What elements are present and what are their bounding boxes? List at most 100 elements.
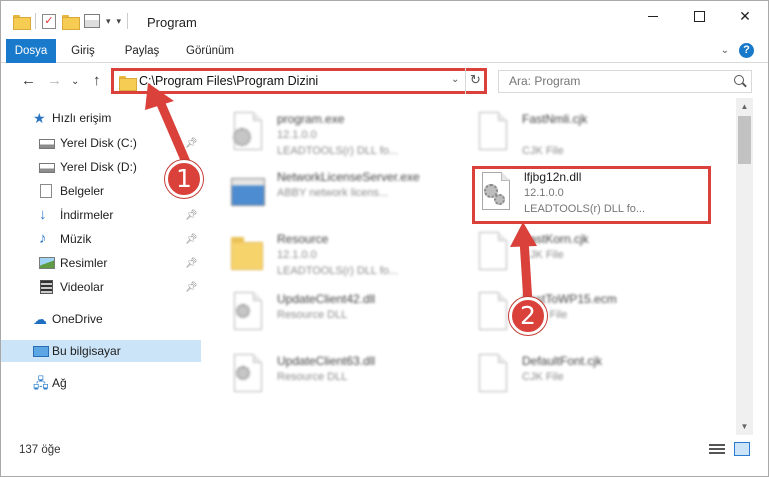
folder-icon — [13, 14, 31, 30]
file-icon — [476, 112, 510, 152]
pin-icon[interactable]: 📌︎ — [185, 282, 198, 293]
sidebar-item-pictures[interactable]: Resimler 📌︎ — [1, 252, 201, 274]
sidebar-item-label: Yerel Disk (D:) — [60, 160, 137, 174]
search-box[interactable] — [498, 70, 752, 93]
file-icon — [476, 292, 510, 332]
file-name: UpdateClient63.dll — [277, 354, 376, 368]
file-description: CJK File — [522, 145, 564, 157]
sidebar-item-onedrive[interactable]: ☁ OneDrive — [1, 308, 201, 330]
document-icon — [40, 184, 52, 198]
file-version: CJK File — [522, 371, 564, 383]
file-name: UpdateClient42.dll — [277, 292, 376, 306]
minimize-button[interactable] — [630, 1, 676, 31]
toolbar-divider — [35, 13, 36, 29]
scroll-up-icon[interactable]: ▲ — [736, 98, 753, 115]
status-bar: 137 öğe — [1, 438, 768, 460]
file-icon — [476, 232, 510, 272]
sidebar-item-quick-access[interactable]: ★ Hızlı erişim — [1, 107, 201, 129]
address-path[interactable]: C:\Program Files\Program Dizini — [139, 74, 318, 88]
scroll-down-icon[interactable]: ▼ — [736, 418, 753, 435]
file-name: program.exe — [277, 112, 345, 126]
file-name: FastNmli.cjk — [522, 112, 588, 126]
download-icon: ↓ — [39, 206, 47, 223]
tab-paylas[interactable]: Paylaş — [118, 39, 166, 63]
recent-locations-icon[interactable]: ⌄ — [71, 76, 79, 87]
quick-access-toolbar: ✓ ▾ ▾ — [13, 13, 129, 30]
customize-toolbar-icon[interactable]: ▾ — [117, 16, 122, 27]
item-count: 137 öğe — [19, 444, 61, 456]
list-item[interactable]: UpdateClient42.dll Resource DLL — [231, 288, 471, 348]
ribbon-right-controls: ⌄ ? — [721, 43, 754, 58]
sidebar-item-music[interactable]: ♪ Müzik 📌︎ — [1, 228, 201, 250]
details-view-icon[interactable] — [709, 444, 725, 456]
close-button[interactable]: ✕ — [722, 1, 768, 31]
list-item[interactable]: program.exe 12.1.0.0 LEADTOOLS(r) DLL fo… — [231, 108, 471, 168]
dll-gear-icon — [231, 292, 265, 332]
star-icon: ★ — [33, 110, 46, 126]
expand-ribbon-icon[interactable]: ⌄ — [721, 45, 729, 56]
properties-check-icon[interactable]: ✓ — [42, 13, 56, 29]
large-icons-view-icon[interactable] — [734, 442, 750, 456]
toolbar-divider — [127, 13, 129, 29]
back-arrow-icon[interactable]: ← — [21, 72, 36, 89]
new-folder-icon[interactable] — [62, 14, 80, 30]
navigation-bar: ← → ⌄ ↑ C:\Program Files\Program Dizini … — [1, 64, 768, 98]
folder-icon — [231, 232, 265, 272]
file-version: Resource DLL — [277, 371, 348, 383]
annotation-badge-2: 2 — [509, 297, 547, 335]
file-version: 12.1.0.0 — [277, 249, 317, 261]
forward-arrow-icon[interactable]: → — [47, 72, 62, 89]
file-version: ABBY network licens... — [277, 187, 389, 199]
help-icon[interactable]: ? — [739, 43, 754, 58]
highlight-box-dll — [472, 166, 711, 224]
chevron-down-icon[interactable]: ▾ — [106, 16, 111, 27]
network-icon: 🖧︎ — [33, 375, 49, 391]
maximize-button[interactable] — [676, 1, 722, 31]
sidebar-item-this-pc[interactable]: Bu bilgisayar — [1, 340, 201, 362]
sidebar-item-label: Belgeler — [60, 184, 105, 198]
sidebar-item-label: Ağ — [52, 376, 67, 390]
drive-icon — [39, 139, 55, 149]
navigation-pane: ★ Hızlı erişim Yerel Disk (C:) 📌︎ Yerel … — [1, 105, 201, 435]
sidebar-item-network[interactable]: 🖧︎ Ağ — [1, 372, 201, 394]
cloud-icon: ☁ — [33, 311, 47, 327]
pin-icon[interactable]: 📌︎ — [185, 258, 198, 269]
sidebar-item-videos[interactable]: Videolar 📌︎ — [1, 276, 201, 298]
address-bar[interactable]: C:\Program Files\Program Dizini ⌄ ↻ — [111, 68, 487, 94]
sidebar-item-label: İndirmeler — [60, 208, 114, 222]
pin-icon[interactable]: 📌︎ — [185, 210, 198, 221]
pin-icon[interactable]: 📌︎ — [185, 138, 198, 149]
computer-icon — [33, 345, 49, 357]
sidebar-item-label: Bu bilgisayar — [52, 344, 121, 358]
refresh-icon[interactable]: ↻ — [465, 68, 485, 94]
search-icon[interactable] — [734, 75, 744, 85]
folder-icon — [119, 76, 137, 91]
tab-gorunum[interactable]: Görünüm — [179, 39, 241, 63]
pin-icon[interactable]: 📌︎ — [185, 234, 198, 245]
file-version: 12.1.0.0 — [277, 129, 317, 141]
list-item[interactable]: FastNmli.cjk CJK File — [476, 108, 716, 168]
list-item[interactable]: UpdateClient63.dll Resource DLL — [231, 350, 471, 410]
file-description: LEADTOOLS(r) DLL fo... — [277, 145, 399, 157]
video-icon — [40, 280, 53, 294]
list-item[interactable]: FastKorn.cjk CJK File — [476, 228, 716, 288]
address-dropdown-icon[interactable]: ⌄ — [451, 74, 459, 85]
view-properties-icon[interactable] — [84, 14, 100, 28]
scroll-thumb[interactable] — [738, 116, 751, 164]
exe-icon — [231, 170, 265, 210]
picture-icon — [39, 257, 55, 269]
music-icon: ♪ — [39, 230, 47, 247]
window-controls: ✕ — [630, 1, 768, 31]
search-input[interactable] — [509, 74, 719, 88]
sidebar-item-downloads[interactable]: ↓ İndirmeler 📌︎ — [1, 204, 201, 226]
tab-giris[interactable]: Giriş — [63, 39, 103, 63]
file-name: Resource — [277, 232, 329, 246]
title-bar: ✓ ▾ ▾ Program ✕ — [1, 1, 768, 39]
tab-dosya[interactable]: Dosya — [6, 39, 56, 63]
list-item[interactable]: DefaultFont.cjk CJK File — [476, 350, 716, 410]
list-item[interactable]: Resource 12.1.0.0 LEADTOOLS(r) DLL fo... — [231, 228, 471, 288]
up-arrow-icon[interactable]: ↑ — [93, 72, 101, 89]
vertical-scrollbar[interactable]: ▲ ▼ — [736, 98, 753, 435]
sidebar-item-disk-c[interactable]: Yerel Disk (C:) 📌︎ — [1, 132, 201, 154]
list-item[interactable]: NetworkLicenseServer.exe ABBY network li… — [231, 166, 471, 226]
